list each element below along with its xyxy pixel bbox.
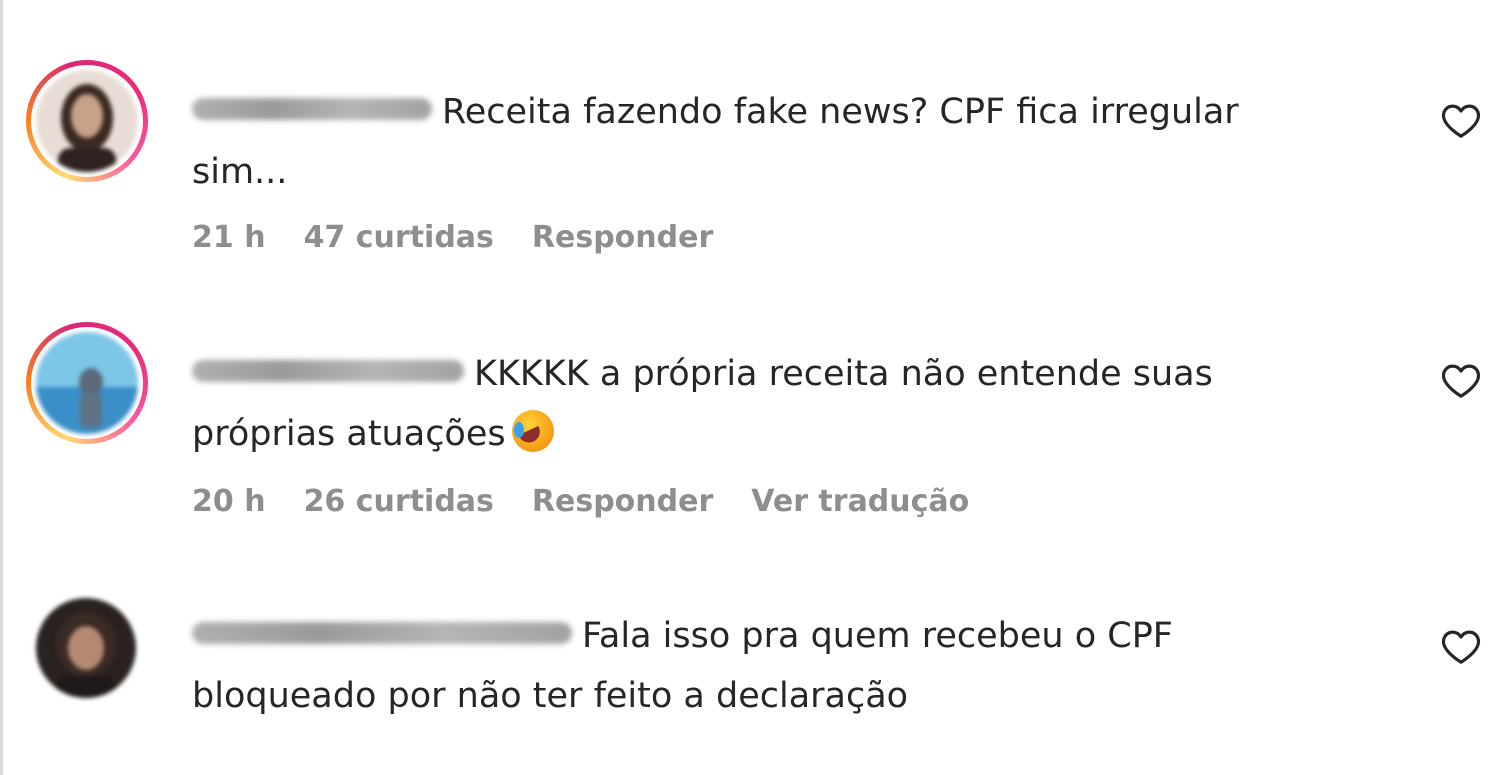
- avatar-story-ring[interactable]: [26, 322, 148, 444]
- comment-text-line1: Receita fazendo fake news? CPF fica irre…: [442, 92, 1239, 132]
- comment-text-line2: sim...: [192, 152, 288, 192]
- comment-time[interactable]: 21 h: [192, 220, 266, 255]
- laughing-emoji-icon: [511, 410, 554, 452]
- avatar-image: [36, 598, 136, 698]
- heart-icon[interactable]: [1440, 360, 1482, 402]
- comment-text-line2: próprias atuações: [192, 414, 506, 454]
- avatar-story-ring[interactable]: [26, 60, 148, 182]
- username-redacted[interactable]: [192, 622, 572, 644]
- comment-text-line1: KKKKK a própria receita não entende suas: [474, 354, 1213, 394]
- comment-text-line1: Fala isso pra quem recebeu o CPF: [582, 616, 1173, 656]
- avatar: [36, 332, 138, 434]
- comment-text-line2: bloqueado por não ter feito a declaração: [192, 676, 909, 716]
- comment-meta: 21 h 47 curtidas Responder: [192, 220, 713, 255]
- avatar: [36, 70, 138, 172]
- comment-text: KKKKK a própria receita não entende suas…: [192, 344, 1322, 464]
- translate-button[interactable]: Ver tradução: [751, 484, 969, 519]
- reply-button[interactable]: Responder: [532, 220, 713, 255]
- comment-likes[interactable]: 26 curtidas: [304, 484, 494, 519]
- heart-icon[interactable]: [1440, 100, 1482, 142]
- username-redacted[interactable]: [192, 360, 464, 382]
- comment-meta: 20 h 26 curtidas Responder Ver tradução: [192, 484, 969, 519]
- avatar-image: [36, 332, 138, 434]
- comment-likes[interactable]: 47 curtidas: [304, 220, 494, 255]
- comment-text: Receita fazendo fake news? CPF fica irre…: [192, 82, 1322, 202]
- avatar-image: [36, 70, 138, 172]
- comment-text: Fala isso pra quem recebeu o CPF bloquea…: [192, 606, 1322, 726]
- reply-button[interactable]: Responder: [532, 484, 713, 519]
- avatar[interactable]: [36, 598, 136, 698]
- comment-time[interactable]: 20 h: [192, 484, 266, 519]
- username-redacted[interactable]: [192, 98, 432, 120]
- heart-icon[interactable]: [1440, 626, 1482, 668]
- left-border: [0, 0, 3, 775]
